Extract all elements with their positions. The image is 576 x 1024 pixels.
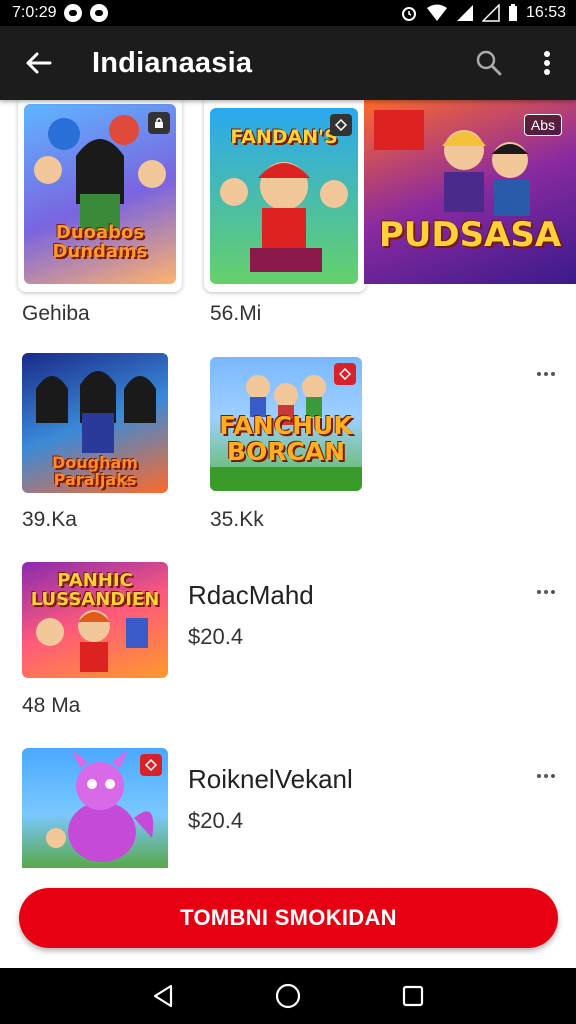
signal-icon: [456, 5, 473, 21]
badge: Abs: [523, 114, 562, 136]
thumbnail-art-text: FANCHUK BORCAN: [219, 411, 353, 467]
badge: [330, 114, 352, 136]
item-size: 48 Ma: [22, 694, 81, 717]
status-left: 7:0:29: [12, 4, 109, 22]
item-price: $20.4: [188, 624, 244, 649]
status-time: 7:0:29: [12, 4, 57, 21]
circle-home-icon: [275, 983, 301, 1009]
signal-icon: [481, 4, 500, 22]
arrow-left-icon: [26, 52, 52, 74]
badge: [334, 363, 356, 385]
status-right: 16:53: [400, 4, 566, 22]
triangle-back-icon: [153, 984, 172, 1008]
primary-action-button[interactable]: TOMBNI SMOKIDAN: [19, 888, 558, 948]
content-list[interactable]: Duoabos Dundams Gehiba FANDAN'S 56.Mi PU…: [0, 100, 576, 868]
tag-icon: [339, 368, 351, 380]
badge: [148, 112, 170, 134]
game-thumbnail[interactable]: PANHIC LUSSANDIEN: [22, 562, 168, 678]
square-recents-icon: [403, 985, 424, 1007]
notification-icon: [90, 4, 109, 22]
item-price: $20.4: [188, 808, 244, 833]
battery-icon: [508, 4, 517, 21]
alarm-icon: [401, 7, 416, 21]
game-thumbnail[interactable]: Dougham Paraljaks: [22, 353, 168, 493]
more-options-button[interactable]: [531, 364, 561, 384]
game-thumbnail[interactable]: Duoabos Dundams: [24, 104, 176, 284]
more-vert-icon: [544, 51, 550, 75]
game-thumbnail[interactable]: FANDAN'S: [210, 108, 358, 284]
game-thumbnail[interactable]: PUDSASA Abs: [364, 100, 576, 284]
notification-icon: [64, 4, 83, 22]
more-options-button[interactable]: [531, 582, 561, 602]
game-thumbnail[interactable]: [22, 748, 168, 868]
item-title: RdacMahd: [188, 580, 314, 610]
item-size: 56.Mi: [210, 302, 262, 325]
thumbnail-art-text: Duoabos Dundams: [52, 222, 148, 262]
nav-back-button[interactable]: [133, 968, 193, 1024]
status-bar: 7:0:29 16:53: [0, 0, 576, 26]
thumbnail-art-text: PUDSASA: [378, 215, 562, 255]
wifi-icon: [426, 4, 447, 21]
item-title: RoiknelVekanl: [188, 764, 353, 794]
item-size: 39.Ka: [22, 508, 77, 531]
item-size: 35.Kk: [210, 508, 264, 531]
badge: [140, 754, 162, 776]
lock-icon: [155, 117, 163, 128]
thumbnail-art-text: PANHIC LUSSANDIEN: [30, 570, 160, 610]
nav-recents-button[interactable]: [383, 968, 443, 1024]
overflow-menu-button[interactable]: [518, 26, 576, 100]
diamond-icon: [335, 119, 347, 131]
thumbnail-art-text: Dougham Paraljaks: [52, 453, 138, 489]
bottom-panel: TOMBNI SMOKIDAN: [0, 868, 576, 968]
item-size: Gehiba: [22, 302, 90, 325]
status-clock: 16:53: [525, 4, 566, 21]
nav-home-button[interactable]: [258, 968, 318, 1024]
tag-icon: [145, 759, 157, 771]
more-options-button[interactable]: [531, 766, 561, 786]
search-button[interactable]: [460, 26, 518, 100]
search-icon: [476, 50, 502, 76]
page-title: Indianaasia: [92, 46, 253, 79]
back-button[interactable]: [0, 26, 76, 100]
app-bar: Indianaasia: [0, 26, 576, 100]
system-nav-bar: [0, 968, 576, 1024]
game-thumbnail[interactable]: FANCHUK BORCAN: [210, 357, 362, 491]
